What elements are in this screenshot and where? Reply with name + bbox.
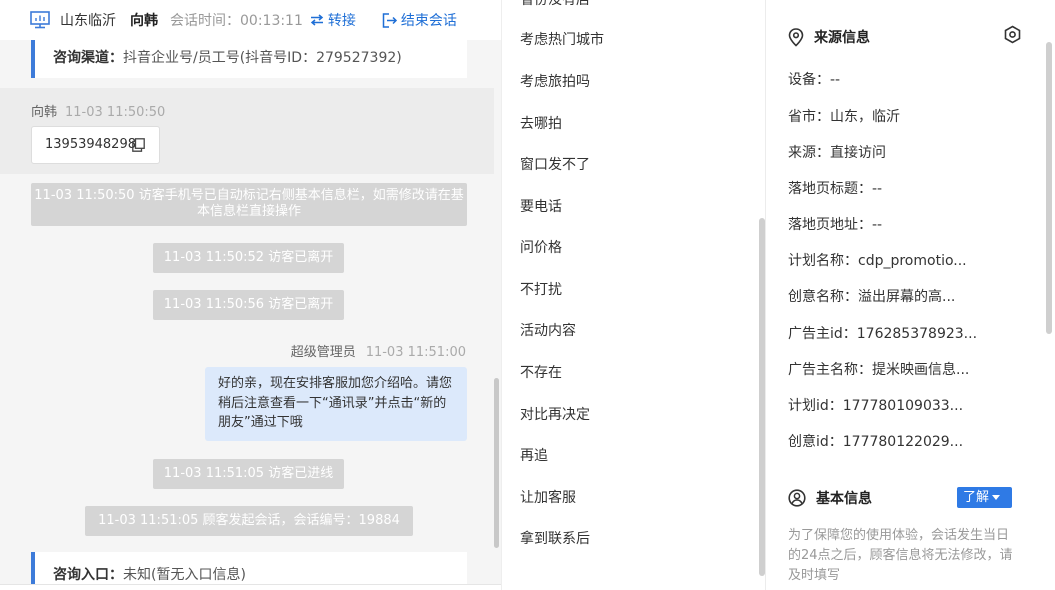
chat-input-edge bbox=[0, 584, 501, 590]
learn-more-label: 了解 bbox=[963, 490, 990, 505]
quick-reply-item[interactable]: 问价格 bbox=[520, 237, 562, 257]
source-field-landing-title: 落地页标题：-- bbox=[788, 181, 883, 197]
consult-channel-card: 咨询渠道：抖音企业号/员工号(抖音号ID：279527392) bbox=[31, 40, 467, 78]
settings-icon[interactable] bbox=[1003, 25, 1022, 44]
copy-icon[interactable] bbox=[132, 138, 145, 152]
quick-reply-item[interactable]: 不存在 bbox=[520, 362, 562, 382]
visitor-name: 向韩 bbox=[130, 13, 158, 29]
monitor-icon bbox=[30, 11, 50, 29]
session-timer: 会话时间：00:13:11 bbox=[170, 13, 303, 29]
transfer-button[interactable]: 转接 bbox=[309, 10, 356, 30]
end-session-label: 结束会话 bbox=[400, 13, 457, 29]
quick-reply-item[interactable]: 拿到联系后 bbox=[520, 528, 590, 548]
quick-reply-panel: 省份没有店 考虑热门城市 考虑旅拍吗 去哪拍 窗口发不了 要电话 问价格 不打扰… bbox=[501, 0, 765, 590]
system-message-visitor-left: 11-03 11:50:56 访客已离开 bbox=[153, 290, 344, 320]
info-panel-scrollbar[interactable] bbox=[1046, 42, 1052, 334]
quick-reply-item[interactable]: 对比再决定 bbox=[520, 404, 590, 424]
visitor-message-sender: 向韩 bbox=[31, 105, 58, 120]
quick-reply-item[interactable]: 活动内容 bbox=[520, 320, 576, 340]
chat-panel: 山东临沂 向韩 会话时间：00:13:11 转接 结束会话 咨询渠道：抖音企业号… bbox=[0, 0, 501, 590]
source-field-plan-id: 计划id：177780109033... bbox=[788, 398, 964, 414]
quick-reply-item[interactable]: 省份没有店 bbox=[520, 0, 590, 9]
admin-message-bubble: 好的亲，现在安排客服加您介绍哈。请您稍后注意查看一下“通讯录”并点击“新的朋友”… bbox=[205, 367, 467, 441]
end-session-button[interactable]: 结束会话 bbox=[382, 10, 457, 30]
basic-info-notice: 为了保障您的使用体验，会话发生当日的24点之后，顾客信息将无法修改，请及时填写 bbox=[788, 528, 1013, 583]
chat-scrollbar[interactable] bbox=[494, 378, 499, 548]
visitor-message: 向韩 11-03 11:50:50 13953948298 bbox=[0, 88, 494, 174]
consult-channel-label: 咨询渠道： bbox=[53, 50, 123, 66]
admin-message-time: 11-03 11:51:00 bbox=[365, 345, 466, 360]
quick-reply-item[interactable]: 考虑热门城市 bbox=[520, 29, 604, 49]
quick-reply-item[interactable]: 窗口发不了 bbox=[520, 154, 590, 174]
phone-bubble: 13953948298 bbox=[31, 126, 160, 164]
source-field-advertiser-id: 广告主id：176285378923... bbox=[788, 326, 978, 342]
consult-entry-value: 未知(暂无入口信息) bbox=[123, 567, 246, 583]
basic-info-title: 基本信息 bbox=[816, 491, 872, 507]
quick-reply-item[interactable]: 让加客服 bbox=[520, 487, 576, 507]
admin-message-meta: 超级管理员 11-03 11:51:00 bbox=[291, 341, 466, 360]
system-message-visitor-joined: 11-03 11:51:05 访客已进线 bbox=[153, 459, 344, 489]
source-field-source: 来源：直接访问 bbox=[788, 145, 886, 161]
quick-reply-item[interactable]: 不打扰 bbox=[520, 279, 562, 299]
quick-reply-item[interactable]: 要电话 bbox=[520, 196, 562, 216]
source-field-plan-name: 计划名称：cdp_promotio... bbox=[788, 253, 967, 269]
admin-message-sender: 超级管理员 bbox=[290, 345, 356, 360]
source-field-creative-name: 创意名称：溢出屏幕的高... bbox=[788, 289, 956, 305]
caret-down-icon bbox=[992, 495, 1001, 500]
system-message-visitor-left: 11-03 11:50:52 访客已离开 bbox=[153, 243, 344, 273]
consult-entry-label: 咨询入口： bbox=[53, 567, 123, 583]
source-info-header: 来源信息 bbox=[788, 27, 870, 47]
transfer-icon bbox=[310, 14, 324, 26]
visitor-message-time: 11-03 11:50:50 bbox=[65, 105, 166, 120]
system-message-phone-notice: 11-03 11:50:50 访客手机号已自动标记右侧基本信息栏，如需修改请在基… bbox=[31, 183, 467, 226]
visitor-region: 山东临沂 bbox=[60, 13, 116, 29]
basic-info-header: 基本信息 bbox=[788, 488, 872, 508]
phone-number: 13953948298 bbox=[45, 137, 136, 152]
user-circle-icon bbox=[788, 489, 806, 507]
learn-more-button[interactable]: 了解 bbox=[957, 487, 1012, 508]
source-field-creative-id: 创意id：177780122029... bbox=[788, 434, 964, 450]
system-message-session-started: 11-03 11:51:05 顾客发起会话，会话编号：19884 bbox=[85, 506, 413, 536]
visitor-info-panel: 来源信息 设备：-- 省市：山东，临沂 来源：直接访问 落地页标题：-- 落地页… bbox=[765, 0, 1055, 590]
visitor-message-meta: 向韩 11-03 11:50:50 bbox=[31, 101, 165, 120]
logout-icon bbox=[382, 12, 397, 28]
transfer-label: 转接 bbox=[327, 13, 356, 29]
quick-reply-item[interactable]: 去哪拍 bbox=[520, 113, 562, 133]
consult-channel-value: 抖音企业号/员工号(抖音号ID：279527392) bbox=[123, 50, 402, 66]
location-pin-icon bbox=[788, 27, 804, 47]
chat-header: 山东临沂 向韩 会话时间：00:13:11 转接 结束会话 bbox=[0, 0, 501, 40]
source-field-device: 设备：-- bbox=[788, 72, 841, 88]
quick-reply-item[interactable]: 再追 bbox=[520, 445, 548, 465]
source-field-province-city: 省市：山东，临沂 bbox=[788, 109, 900, 125]
source-field-advertiser-name: 广告主名称：提米映画信息... bbox=[788, 362, 970, 378]
quick-reply-item[interactable]: 考虑旅拍吗 bbox=[520, 71, 590, 91]
source-info-title: 来源信息 bbox=[814, 30, 870, 46]
source-field-landing-url: 落地页地址：-- bbox=[788, 217, 883, 233]
